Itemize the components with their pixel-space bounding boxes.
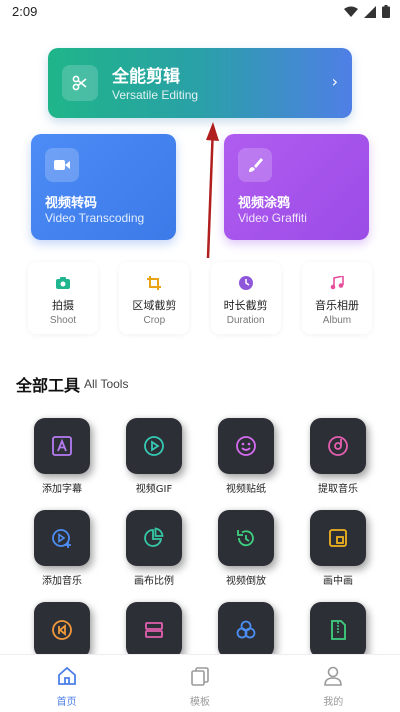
status-time: 2:09 [12,4,38,19]
quick-label: 时长截剪 [223,299,268,312]
tool-label: 视频GIF [135,484,173,495]
wifi-icon [344,6,358,17]
sticker-icon [236,436,256,456]
quick-duration[interactable]: 时长截剪 Duration [210,262,281,334]
tool-label: 添加字幕 [42,484,82,495]
nav-profile[interactable]: 我的 [267,655,400,712]
section-title: 全部工具 [16,376,81,395]
card-subtitle: Video Transcoding [45,211,145,225]
tool-label: 视频倒放 [226,576,266,587]
quick-crop[interactable]: 区域截剪 Crop [119,262,190,334]
status-icons [344,5,390,18]
quick-label: 音乐相册 [314,299,359,312]
quick-album[interactable]: 音乐相册 Album [301,262,372,334]
card-title: 视频转码 [45,196,98,211]
clock-icon [211,272,281,294]
extract-music-icon [328,436,348,456]
add-music-icon [52,529,71,548]
tool-picture-in-picture[interactable]: 画中画 [292,510,384,600]
gif-play-icon [144,436,164,456]
tool-add-subtitle[interactable]: 添加字幕 [16,418,108,508]
tool-video-reverse[interactable]: 视频倒放 [200,510,292,600]
hero-subtitle: Versatile Editing [112,88,199,102]
card-subtitle: Video Graffiti [238,211,307,225]
brush-icon [238,148,272,182]
circles-icon [236,620,256,639]
profile-icon [324,666,343,686]
picture-in-picture-icon [329,529,347,547]
crop-icon [119,272,189,294]
tool-label: 视频贴纸 [226,484,266,495]
status-bar: 2:09 [0,0,400,24]
subtitle-icon [52,436,72,456]
video-camera-icon [45,148,79,182]
quick-sub: Duration [226,315,265,326]
pie-ratio-icon [144,527,164,547]
quick-sub: Shoot [49,315,77,326]
bottom-nav: 首页 模板 我的 [0,654,400,712]
camera-icon [28,272,98,294]
zip-file-icon [331,620,346,640]
tool-video-sticker[interactable]: 视频贴纸 [200,418,292,508]
reverse-icon [237,530,254,547]
quick-label: 拍摄 [52,299,74,312]
tool-label: 画中画 [323,576,353,587]
nav-label: 我的 [323,697,344,708]
tool-add-music[interactable]: 添加音乐 [16,510,108,600]
tool-canvas-ratio[interactable]: 画布比例 [108,510,200,600]
nav-label: 模板 [189,697,210,708]
tool-extract-music[interactable]: 提取音乐 [292,418,384,508]
rewind-icon [52,620,72,640]
nav-label: 首页 [56,697,77,708]
tool-label: 画布比例 [134,576,174,587]
quick-sub: Album [322,315,352,326]
split-icon [145,622,163,638]
quick-shoot[interactable]: 拍摄 Shoot [28,262,98,334]
scissors-icon [62,65,98,101]
hero-title: 全能剪辑 [112,67,180,87]
tool-label: 添加音乐 [42,576,82,587]
chevron-right-icon: › [331,72,338,91]
music-note-icon [302,272,372,294]
tool-label: 提取音乐 [318,484,358,495]
nav-home[interactable]: 首页 [0,655,133,712]
versatile-editing-card[interactable]: 全能剪辑 Versatile Editing › [48,48,352,118]
quick-label: 区域截剪 [132,299,177,312]
card-title: 视频涂鸦 [238,196,291,211]
section-subtitle: All Tools [84,377,129,391]
battery-icon [382,5,390,18]
quick-sub: Crop [143,315,166,326]
nav-template[interactable]: 模板 [133,655,266,712]
home-icon [57,666,76,685]
quick-actions: 拍摄 Shoot 区域截剪 Crop 时长截剪 Duration 音乐相册 Al… [28,262,372,334]
video-graffiti-card[interactable]: 视频涂鸦 Video Graffiti [224,134,369,240]
signal-icon [364,5,376,18]
template-icon [191,667,209,686]
tool-video-gif[interactable]: 视频GIF [108,418,200,508]
video-transcoding-card[interactable]: 视频转码 Video Transcoding [31,134,176,240]
